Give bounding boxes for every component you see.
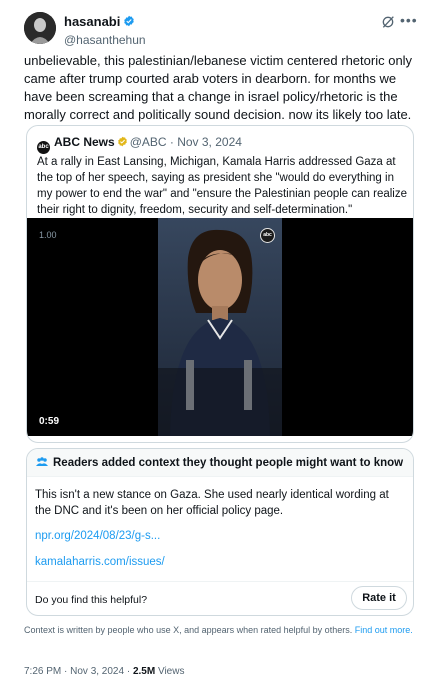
community-note-title: Readers added context they thought peopl… xyxy=(53,457,404,469)
display-name[interactable]: hasanabi xyxy=(64,14,120,29)
find-out-more-link[interactable]: Find out more. xyxy=(355,625,413,635)
video-duration: 0:59 xyxy=(39,416,60,427)
tweet-text: unbelievable, this palestinian/lebanese … xyxy=(24,53,413,122)
community-note-text: This isn't a new stance on Gaza. She use… xyxy=(35,489,389,517)
helpful-question: Do you find this helpful? xyxy=(35,594,148,606)
grok-icon[interactable] xyxy=(380,14,396,30)
quoted-text: At a rally in East Lansing, Michigan, Ka… xyxy=(37,156,407,216)
gold-verified-badge-icon xyxy=(117,136,127,147)
tweet-timestamp[interactable]: 7:26 PM · Nov 3, 2024 · xyxy=(24,666,133,677)
quoted-avatar[interactable]: abc xyxy=(37,141,50,154)
abc-watermark: abc xyxy=(260,228,275,243)
people-icon xyxy=(36,457,48,466)
community-note-disclaimer: Context is written by people who use X, … xyxy=(24,625,414,636)
quoted-display-name[interactable]: ABC News xyxy=(54,135,115,149)
disclaimer-text: Context is written by people who use X, … xyxy=(24,625,355,635)
avatar[interactable] xyxy=(24,12,56,44)
quoted-handle-date[interactable]: @ABC · Nov 3, 2024 xyxy=(130,135,242,149)
views-label: Views xyxy=(155,666,185,677)
source-link-npr[interactable]: npr.org/2024/08/23/g-s... xyxy=(35,530,160,542)
helpful-bar: Do you find this helpful? Rate it xyxy=(27,581,413,615)
verified-badge-icon xyxy=(124,15,135,27)
video-frame xyxy=(158,218,282,436)
quoted-tweet[interactable]: abc ABC News @ABC · Nov 3, 2024 At a rally… xyxy=(26,125,414,443)
community-note-header: Readers added context they thought peopl… xyxy=(27,449,413,477)
quoted-tweet-header: abc ABC News @ABC · Nov 3, 2024 xyxy=(37,135,242,154)
views-count: 2.5M xyxy=(132,666,156,677)
tweet-footer: 7:26 PM · Nov 3, 2024 · 2.5M Views xyxy=(24,666,184,677)
rate-it-button[interactable]: Rate it xyxy=(351,586,407,610)
handle[interactable]: @hasanthehun xyxy=(64,33,146,47)
more-icon[interactable]: ••• xyxy=(400,13,417,30)
source-link-kamalaharris[interactable]: kamalaharris.com/issues/ xyxy=(35,556,165,568)
playback-speed[interactable]: 1.00 xyxy=(39,230,57,240)
community-note: Readers added context they thought peopl… xyxy=(26,448,414,616)
video-player[interactable]: abc 1.00 0:59 xyxy=(27,218,413,436)
tweet-header: hasanabi @hasanthehun ••• xyxy=(24,12,418,48)
